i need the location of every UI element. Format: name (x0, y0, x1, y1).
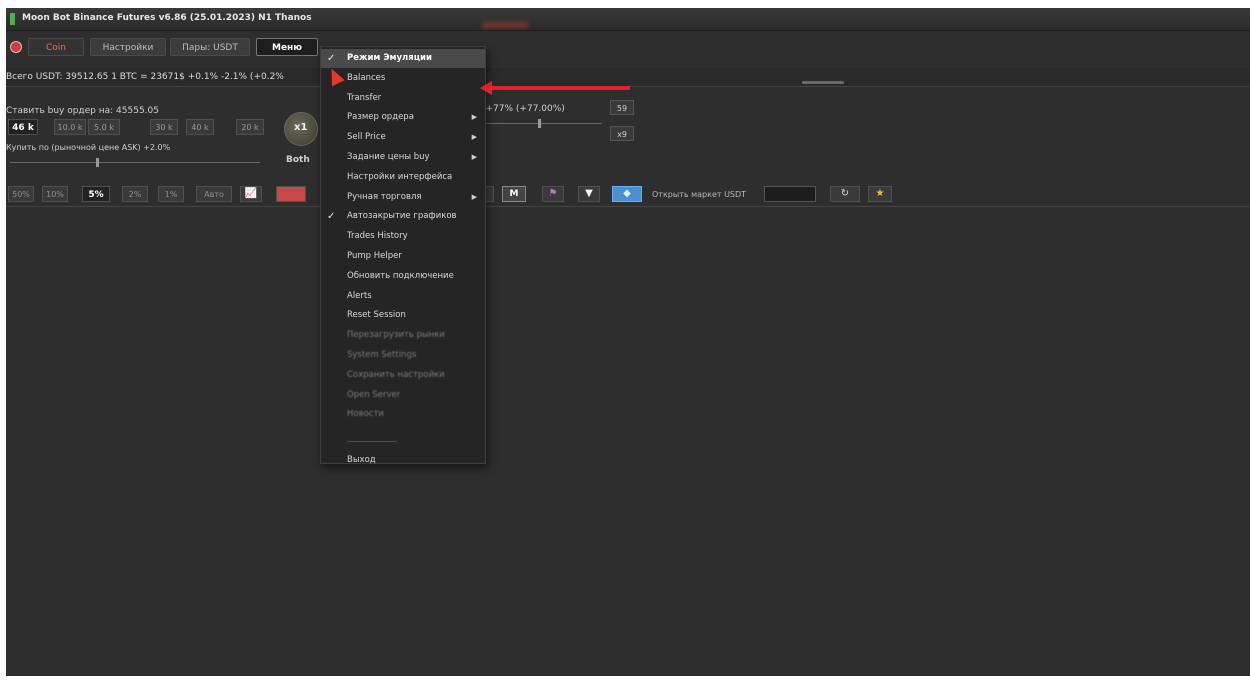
menu-item-label: Обновить подключение (347, 270, 454, 281)
menu-item-16[interactable]: Сохранить настройки (321, 366, 485, 385)
percent-button-2[interactable]: 2% (122, 186, 148, 202)
both-label: Both (286, 155, 310, 165)
menu-item-5[interactable]: Задание цены buy ▶ (321, 148, 485, 167)
percent-slider[interactable] (482, 123, 602, 124)
menu-item-1[interactable]: Balances (321, 69, 485, 88)
percent-button-1[interactable]: 1% (158, 186, 184, 202)
app-icon (10, 13, 15, 25)
red-action-button[interactable] (276, 186, 306, 202)
percent-button-5[interactable]: 5% (82, 186, 110, 202)
moon-logo-icon[interactable] (10, 41, 22, 53)
submenu-arrow-icon: ▶ (471, 113, 477, 122)
tab-settings[interactable]: Настройки (90, 38, 166, 56)
buy-price-slider[interactable] (10, 162, 260, 163)
quantity-button-30k[interactable]: 30 k (150, 119, 178, 135)
quantity-button-46k[interactable]: 46 k (8, 119, 38, 135)
quantity-button-20k[interactable]: 20 k (236, 119, 264, 135)
submenu-arrow-icon: ▶ (471, 133, 477, 142)
menu-item-label: Ручная торговля (347, 191, 422, 202)
percent-button-auto[interactable]: Авто (196, 186, 232, 202)
main-menu-dropdown: ✓ Режим Эмуляции Balances Transfer Размер ор… (320, 46, 486, 465)
tab-pairs[interactable]: Пары: USDT (170, 38, 250, 56)
menu-item-11[interactable]: Обновить подключение (321, 267, 485, 286)
tab-menu[interactable]: Меню (256, 38, 318, 56)
menu-item-label: Задание цены buy (347, 152, 430, 162)
side-value-button-1[interactable]: 59 (610, 100, 634, 115)
menu-item-17[interactable]: Open Server (321, 386, 485, 405)
menu-item-label: Настройки интерфейса (347, 171, 453, 182)
menu-item-2[interactable]: Transfer (321, 89, 485, 108)
blue-action-icon[interactable]: ◆ (612, 186, 642, 202)
menu-item-label: Transfer (347, 92, 382, 103)
menu-item-label: Sell Price (347, 132, 386, 143)
percent-readout: (+77% (+77.00%) (482, 104, 565, 114)
tab-coin[interactable]: Coin (28, 38, 84, 56)
menu-item-10[interactable]: Pump Helper (321, 247, 485, 266)
menu-item-exit[interactable]: Выход (321, 451, 485, 470)
menu-item-8[interactable]: ✓ Автозакрытие графиков (321, 207, 485, 226)
annotation-arrow-line (488, 86, 630, 90)
multiplier-label: x1 (294, 122, 308, 133)
menu-item-15[interactable]: System Settings (321, 346, 485, 365)
quantity-button-40k[interactable]: 40 k (186, 119, 214, 135)
menu-item-0[interactable]: ✓ Режим Эмуляции (321, 49, 485, 68)
info-bar: Всего USDT: 39512.65 1 BTC = 23671$ +0.1… (6, 68, 1250, 87)
menu-item-label: Автозакрытие графиков (347, 211, 457, 222)
menu-item-label: Сохранить настройки (347, 369, 445, 380)
menu-item-6[interactable]: Настройки интерфейса (321, 168, 485, 187)
buy-price-label: Купить по (рыночной цене ASK) +2.0% (6, 143, 171, 152)
title-bar: Moon Bot Binance Futures v6.86 (25.01.20… (6, 8, 1250, 31)
menu-separator (347, 441, 397, 442)
percent-button-50[interactable]: 50% (8, 186, 34, 202)
menu-item-4[interactable]: Sell Price ▶ (321, 128, 485, 147)
buy-price-slider-handle[interactable] (96, 158, 99, 167)
main-toolbar: Coin Настройки Пары: USDT Меню (6, 34, 1250, 60)
app-window: Moon Bot Binance Futures v6.86 (25.01.20… (6, 8, 1250, 676)
menu-item-label: Open Server (347, 389, 401, 400)
scroll-grip[interactable] (802, 81, 844, 84)
percent-toolbar: 50% 10% 5% 2% 1% Авто 📈 M ⚑ ▼ ◆ Открыть … (6, 184, 1250, 207)
menu-item-3[interactable]: Размер ордера ▶ (321, 108, 485, 127)
menu-item-13[interactable]: Reset Session (321, 306, 485, 325)
window-title: Moon Bot Binance Futures v6.86 (25.01.20… (22, 13, 312, 23)
check-icon: ✓ (327, 53, 336, 64)
menu-item-label: Выход (347, 455, 376, 465)
menu-item-label: Balances (347, 72, 386, 83)
buy-order-label: Ставить buy ордер на: 45555.05 (6, 106, 159, 116)
refresh-icon[interactable]: ↻ (830, 186, 860, 202)
percent-slider-handle[interactable] (538, 119, 541, 128)
submenu-arrow-icon: ▶ (471, 153, 477, 161)
check-icon: ✓ (327, 211, 336, 223)
menu-item-9[interactable]: Trades History (321, 227, 485, 246)
menu-item-14[interactable]: Перезагрузить рынки (321, 326, 485, 345)
flag-icon[interactable]: ⚑ (542, 186, 564, 202)
menu-item-label: Reset Session (347, 310, 406, 321)
side-value-button-2[interactable]: x9 (610, 126, 634, 141)
menu-item-label: Alerts (347, 290, 372, 301)
quantity-button-10k[interactable]: 10.0 k (54, 119, 86, 135)
submenu-arrow-icon: ▶ (471, 192, 477, 201)
menu-item-label: System Settings (347, 350, 417, 360)
menu-item-label: Размер ордера (347, 112, 414, 123)
annotation-arrow-icon (480, 81, 492, 95)
m-button[interactable]: M (502, 186, 526, 202)
quantity-button-5k[interactable]: 5.0 k (88, 119, 120, 135)
filter-icon[interactable]: ▼ (578, 186, 600, 202)
balance-readout: Всего USDT: 39512.65 1 BTC = 23671$ +0.1… (6, 72, 284, 82)
open-market-input[interactable] (764, 186, 816, 202)
menu-item-label: Pump Helper (347, 251, 402, 261)
menu-item-label: Trades History (347, 231, 408, 242)
menu-item-label: Режим Эмуляции (347, 53, 432, 63)
menu-item-label: Новости (347, 409, 384, 420)
star-icon[interactable]: ★ (868, 186, 892, 202)
menu-item-7[interactable]: Ручная торговля ▶ (321, 188, 485, 207)
red-flash-artifact (482, 22, 528, 28)
chart-icon[interactable]: 📈 (240, 186, 262, 202)
menu-item-12[interactable]: Alerts (321, 287, 485, 306)
percent-button-10[interactable]: 10% (42, 186, 68, 202)
menu-item-18[interactable]: Новости (321, 405, 485, 424)
open-market-label: Открыть маркет USDT (652, 190, 747, 199)
menu-item-label: Перезагрузить рынки (347, 330, 445, 341)
